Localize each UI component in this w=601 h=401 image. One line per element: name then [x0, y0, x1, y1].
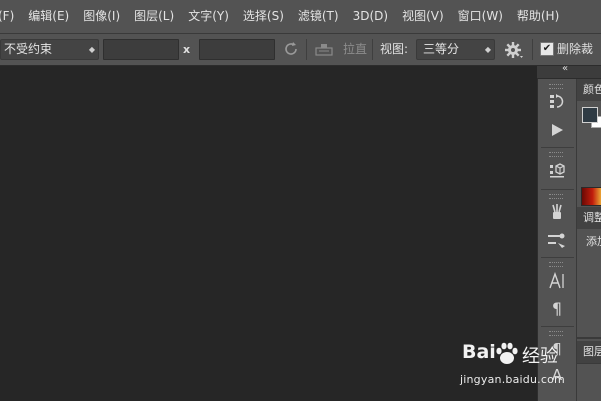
options-bar: 不受约束 ◆ x 拉直 视图: 三等分 ◆ ✔ 删除裁	[0, 34, 601, 87]
menu-layer[interactable]: 图层(L)	[127, 0, 181, 33]
color-panel-tab[interactable]: 颜色	[577, 79, 601, 101]
adjustments-panel-tab[interactable]: 调整	[577, 207, 601, 229]
height-field[interactable]	[199, 39, 275, 60]
view-overlay-select[interactable]: 三等分 ◆	[416, 39, 495, 60]
panel-divider	[577, 337, 601, 339]
character-icon[interactable]	[542, 270, 572, 292]
view-value: 三等分	[423, 42, 460, 56]
menu-view[interactable]: 视图(V)	[395, 0, 451, 33]
delete-cropped-checkbox[interactable]: ✔	[540, 42, 554, 56]
collapse-panels-icon[interactable]: «	[562, 63, 568, 74]
menu-edit[interactable]: 编辑(E)	[21, 0, 76, 33]
add-adjustment-label: 添加	[586, 235, 601, 248]
color-spectrum-ramp[interactable]	[581, 187, 601, 206]
layers-panel-tab[interactable]: 图层	[577, 341, 601, 363]
watermark-url: jingyan.baidu.com	[460, 373, 565, 386]
panel-group-grip[interactable]	[549, 84, 563, 89]
paw-icon	[494, 341, 520, 367]
width-field[interactable]	[103, 39, 179, 60]
3d-icon[interactable]	[542, 159, 572, 181]
menu-file[interactable]: (F)	[0, 0, 21, 33]
panel-strip-header	[537, 66, 576, 79]
history-icon[interactable]	[542, 91, 572, 113]
panel-divider	[577, 363, 601, 364]
gear-icon[interactable]	[504, 41, 524, 59]
menu-filter[interactable]: 滤镜(T)	[291, 0, 346, 33]
group-separator	[541, 257, 574, 258]
menu-window[interactable]: 窗口(W)	[451, 0, 510, 33]
right-panel-dock: 颜色 调整 添加 图层	[576, 79, 601, 401]
dock-header: «	[562, 63, 601, 79]
foreground-color-swatch[interactable]	[582, 107, 598, 123]
swap-x-label[interactable]: x	[183, 34, 190, 65]
straighten-label[interactable]: 拉直	[343, 34, 367, 65]
menu-type[interactable]: 文字(Y)	[181, 0, 236, 33]
straighten-icon[interactable]	[314, 43, 334, 57]
separator	[306, 39, 307, 60]
panel-group-grip[interactable]	[549, 262, 563, 267]
panel-group-grip[interactable]	[549, 152, 563, 157]
group-separator	[541, 326, 574, 327]
constraint-select[interactable]: 不受约束 ◆	[0, 39, 99, 60]
brush-presets-icon[interactable]	[542, 201, 572, 223]
separator	[372, 39, 373, 60]
view-label: 视图:	[380, 42, 409, 56]
panel-group-grip[interactable]	[549, 194, 563, 199]
watermark-brand-left: Bai	[462, 341, 496, 363]
select-arrow-icon: ◆	[88, 45, 95, 54]
paragraph-icon[interactable]: ¶	[542, 298, 572, 320]
separator	[532, 39, 533, 60]
group-separator	[541, 189, 574, 190]
select-arrow-icon: ◆	[484, 45, 491, 54]
tool-presets-icon[interactable]	[542, 229, 572, 251]
play-icon[interactable]	[542, 119, 572, 141]
menu-help[interactable]: 帮助(H)	[510, 0, 566, 33]
constraint-value: 不受约束	[4, 42, 53, 56]
clear-rotate-icon[interactable]	[282, 40, 300, 58]
group-separator	[541, 147, 574, 148]
menu-bar: (F) 编辑(E) 图像(I) 图层(L) 文字(Y) 选择(S) 滤镜(T) …	[0, 0, 601, 34]
menu-select[interactable]: 选择(S)	[236, 0, 291, 33]
menu-image[interactable]: 图像(I)	[76, 0, 127, 33]
menu-3d[interactable]: 3D(D)	[346, 0, 395, 33]
watermark-brand-right: 经验	[522, 346, 558, 367]
